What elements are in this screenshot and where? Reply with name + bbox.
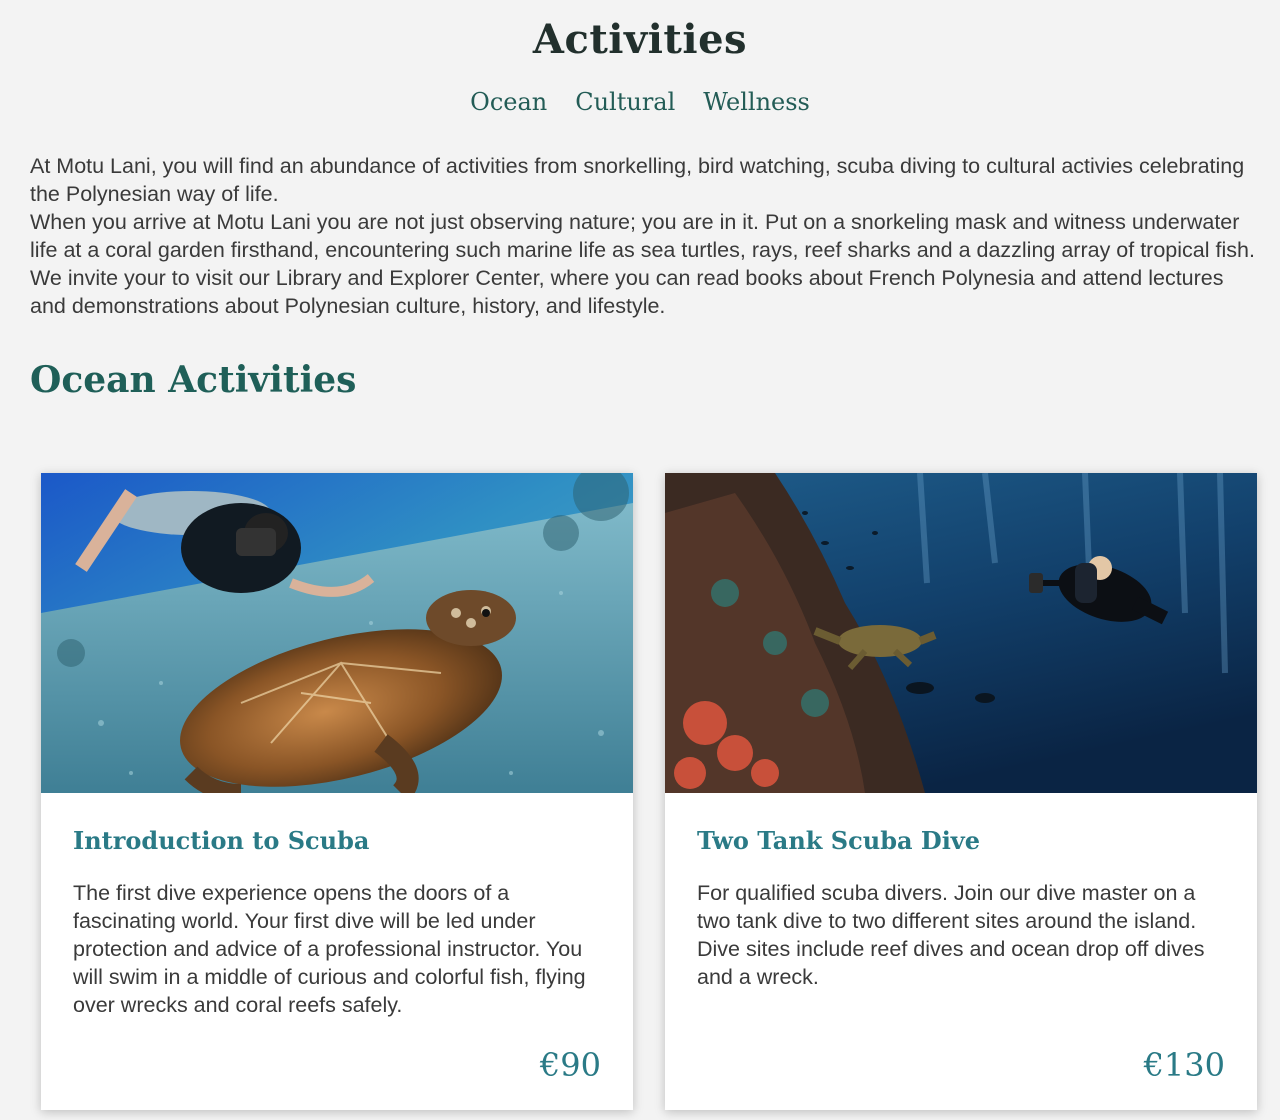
intro-paragraph: When you arrive at Motu Lani you are not…: [30, 210, 1255, 262]
activity-tabs: Ocean Cultural Wellness: [0, 86, 1280, 118]
tab-cultural[interactable]: Cultural: [575, 86, 675, 118]
activity-card-intro-scuba[interactable]: Introduction to Scuba The first dive exp…: [41, 473, 633, 1110]
page-title: Activities: [532, 16, 748, 63]
intro-text: At Motu Lani, you will find an abundance…: [30, 152, 1262, 320]
card-price: €90: [539, 1046, 601, 1084]
activity-cards: Introduction to Scuba The first dive exp…: [41, 473, 1257, 1110]
card-price: €130: [1143, 1046, 1225, 1084]
card-description: For qualified scuba divers. Join our div…: [697, 881, 1205, 989]
diver-near-reef-wall-photo: [665, 473, 1257, 793]
section-title-ocean: Ocean Activities: [30, 359, 357, 401]
tab-ocean[interactable]: Ocean: [470, 86, 547, 118]
card-title[interactable]: Two Tank Scuba Dive: [697, 823, 1225, 859]
activity-card-two-tank-dive[interactable]: Two Tank Scuba Dive For qualified scuba …: [665, 473, 1257, 1110]
intro-paragraph: We invite your to visit our Library and …: [30, 266, 1224, 318]
card-description: The first dive experience opens the door…: [73, 881, 586, 1017]
intro-paragraph: At Motu Lani, you will find an abundance…: [30, 154, 1245, 206]
diver-with-sea-turtle-photo: [41, 473, 633, 793]
tab-wellness[interactable]: Wellness: [703, 86, 810, 118]
card-title[interactable]: Introduction to Scuba: [73, 823, 601, 859]
